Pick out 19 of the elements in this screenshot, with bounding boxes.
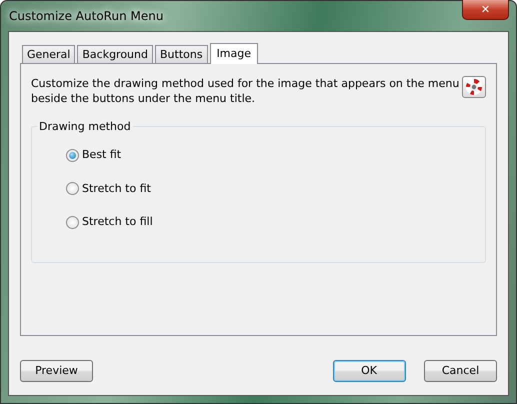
option-label[interactable]: Stretch to fit [82, 180, 151, 197]
radio-button[interactable] [66, 182, 79, 196]
dialog-button[interactable]: OK [332, 360, 406, 382]
radio-button[interactable] [66, 148, 79, 162]
tab[interactable]: General [22, 45, 76, 63]
close-button[interactable]: ✕ [462, 0, 509, 20]
tab[interactable]: Image [210, 43, 258, 64]
group-title: Drawing method [37, 119, 133, 136]
dialog-button[interactable]: Cancel [424, 360, 497, 382]
tab[interactable]: Buttons [154, 45, 208, 63]
description-text: Customize the drawing method used for the image that appears on the menu beside the buttons under the menu title. [31, 76, 460, 106]
dialog-button[interactable]: Preview [20, 360, 93, 382]
help-button[interactable] [462, 76, 486, 98]
option-label[interactable]: Stretch to fill [82, 214, 153, 230]
lifebuoy-icon [466, 79, 482, 95]
option-label[interactable]: Best fit [82, 147, 122, 164]
radio-button[interactable] [66, 216, 79, 229]
tab[interactable]: Background [77, 45, 153, 63]
window-title: Customize AutoRun Menu [8, 8, 164, 25]
